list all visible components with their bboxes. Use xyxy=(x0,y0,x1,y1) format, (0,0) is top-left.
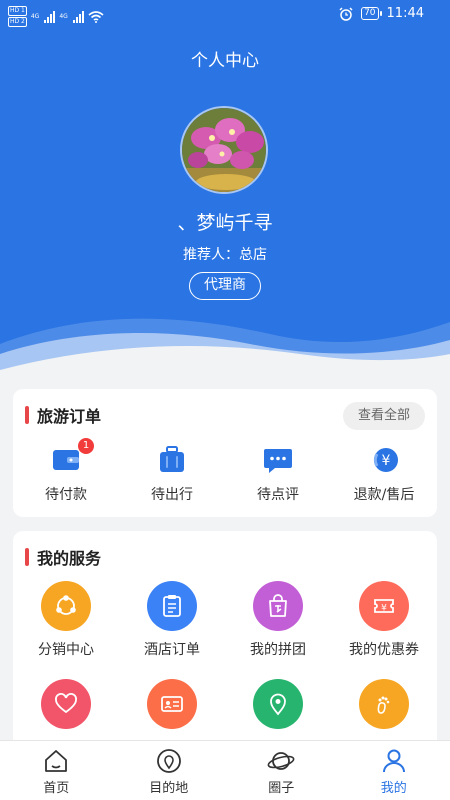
svg-text:¥: ¥ xyxy=(381,604,387,614)
heart-icon xyxy=(55,693,77,714)
profile-header: HD 1 HD 2 4G 4G 70 11:44 个人中心 、梦屿千寻 推荐人：… xyxy=(0,0,450,380)
service-distribution-center[interactable]: 分销中心 xyxy=(13,581,119,659)
page-title: 个人中心 xyxy=(191,51,259,71)
sim-indicators: HD 1 HD 2 xyxy=(8,6,27,27)
shopping-bag-icon xyxy=(269,594,287,617)
wallet-icon xyxy=(53,450,79,470)
home-icon xyxy=(45,750,68,772)
travel-orders-header: 旅游订单 xyxy=(25,403,101,427)
person-icon xyxy=(382,749,405,773)
order-status-grid: 1 待付款 待出行 待点评 ¥ 退款/售后 xyxy=(13,438,437,504)
service-icon-bg xyxy=(147,581,197,631)
my-services-header: 我的服务 xyxy=(25,545,101,569)
orchid-photo xyxy=(182,108,266,192)
service-icon-bg xyxy=(41,581,91,631)
order-label: 退款/售后 xyxy=(353,487,415,503)
share-icon xyxy=(56,595,76,615)
view-all-button[interactable]: 查看全部 xyxy=(343,402,425,430)
service-contacts[interactable] xyxy=(119,679,225,737)
footprint-icon xyxy=(377,696,390,714)
coupon-icon: ¥ xyxy=(374,599,394,614)
luggage-icon xyxy=(160,446,184,472)
planet-icon xyxy=(267,752,295,770)
location-pin-icon xyxy=(270,693,286,716)
status-left: HD 1 HD 2 4G 4G xyxy=(8,6,104,27)
travel-orders-title: 旅游订单 xyxy=(37,407,102,426)
alarm-icon xyxy=(339,6,353,21)
service-favorites[interactable] xyxy=(13,679,119,737)
status-bar: HD 1 HD 2 4G 4G 70 11:44 xyxy=(0,0,450,32)
tab-mine[interactable]: 我的 xyxy=(338,741,450,800)
id-card-icon xyxy=(161,696,183,712)
service-group-buy[interactable]: 我的拼团 xyxy=(225,581,331,659)
clipboard-icon xyxy=(163,595,181,617)
services-grid: 分销中心 酒店订单 我的拼团 ¥ 我的优惠券 xyxy=(13,581,437,757)
order-refund-aftersale[interactable]: ¥ 退款/售后 xyxy=(331,444,437,504)
tab-label: 圈子 xyxy=(268,781,295,796)
sim2-label: HD 2 xyxy=(8,17,27,27)
service-icon-bg xyxy=(41,679,91,729)
order-label: 待点评 xyxy=(257,487,299,503)
wifi-icon xyxy=(88,10,104,23)
service-coupons[interactable]: ¥ 我的优惠券 xyxy=(331,581,437,659)
avatar[interactable] xyxy=(180,106,268,194)
service-address[interactable] xyxy=(225,679,331,737)
tab-label: 首页 xyxy=(43,781,70,796)
travel-orders-card: 旅游订单 查看全部 1 待付款 待出行 待点评 ¥ 退款/售后 xyxy=(13,389,437,517)
order-label: 待出行 xyxy=(151,487,193,503)
order-pending-review[interactable]: 待点评 xyxy=(225,444,331,504)
clock: 11:44 xyxy=(386,6,424,21)
role-badge[interactable]: 代理商 xyxy=(189,272,261,300)
tab-label: 我的 xyxy=(380,781,407,796)
service-label: 我的优惠券 xyxy=(349,642,419,658)
service-icon-bg xyxy=(253,679,303,729)
signal-icon xyxy=(72,10,84,23)
signal-icon xyxy=(44,10,56,23)
my-services-title: 我的服务 xyxy=(37,549,102,568)
service-icon-bg xyxy=(253,581,303,631)
wave-decoration xyxy=(0,318,450,380)
referrer-text: 推荐人：总店 xyxy=(183,247,267,263)
service-icon-bg xyxy=(359,679,409,729)
battery-icon: 70 xyxy=(361,7,383,20)
section-marker xyxy=(25,548,29,566)
notification-badge: 1 xyxy=(78,438,94,454)
bottom-tab-bar: 首页 目的地 圈子 我的 xyxy=(0,740,450,800)
network-type-1: 4G xyxy=(30,13,40,20)
network-type-2: 4G xyxy=(59,13,68,20)
service-label: 酒店订单 xyxy=(144,642,200,658)
destination-icon xyxy=(156,749,181,773)
service-label: 分销中心 xyxy=(38,642,94,658)
service-footprints[interactable] xyxy=(331,679,437,737)
section-marker xyxy=(25,406,29,424)
refund-icon: ¥ xyxy=(373,448,398,472)
username: 、梦屿千寻 xyxy=(177,212,273,234)
tab-circle[interactable]: 圈子 xyxy=(225,741,338,800)
sim1-label: HD 1 xyxy=(8,6,27,16)
service-label: 我的拼团 xyxy=(250,642,306,658)
service-hotel-orders[interactable]: 酒店订单 xyxy=(119,581,225,659)
tab-home[interactable]: 首页 xyxy=(0,741,113,800)
svg-text:¥: ¥ xyxy=(382,453,391,469)
comment-icon xyxy=(264,449,292,473)
tab-label: 目的地 xyxy=(149,781,189,796)
order-pending-travel[interactable]: 待出行 xyxy=(119,444,225,504)
service-icon-bg: ¥ xyxy=(359,581,409,631)
tab-destination[interactable]: 目的地 xyxy=(113,741,226,800)
service-icon-bg xyxy=(147,679,197,729)
order-pending-payment[interactable]: 1 待付款 xyxy=(13,438,119,504)
order-label: 待付款 xyxy=(45,487,87,503)
status-right: 70 11:44 xyxy=(339,6,424,21)
